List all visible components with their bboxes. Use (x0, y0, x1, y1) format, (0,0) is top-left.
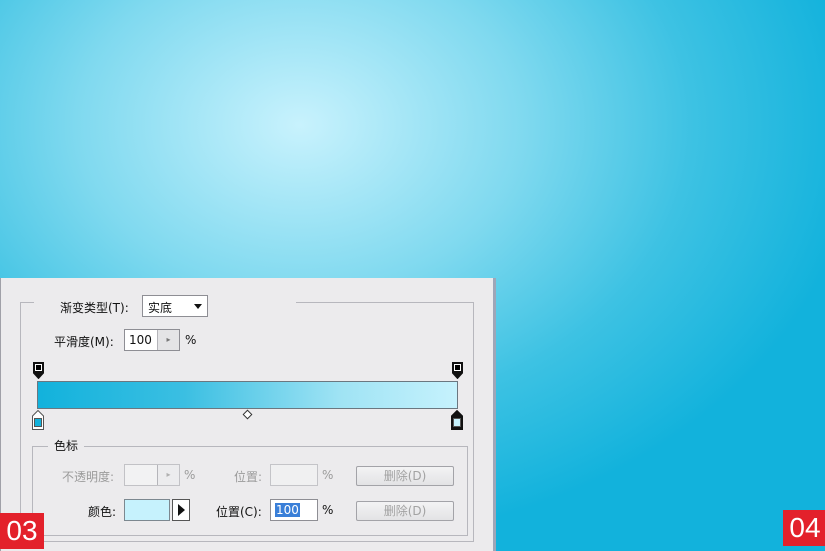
smoothness-label: 平滑度(M): (54, 335, 114, 349)
chevron-down-icon (194, 304, 202, 309)
color-swatch[interactable] (124, 499, 170, 521)
color-stops-title: 色标 (54, 439, 79, 453)
opacity-location-input[interactable] (270, 464, 318, 486)
color-stop-left[interactable] (32, 410, 44, 430)
color-location-value: 100 (275, 503, 300, 517)
opacity-location-unit: % (322, 468, 334, 482)
smoothness-value: 100 (129, 333, 152, 347)
opacity-delete-button[interactable]: 删除(D) (356, 466, 454, 486)
smoothness-unit: % (185, 333, 197, 347)
color-delete-button[interactable]: 删除(D) (356, 501, 454, 521)
color-menu-button[interactable] (172, 499, 190, 521)
gradient-type-label: 渐变类型(T): (60, 301, 129, 315)
color-stops-group (32, 446, 468, 536)
opacity-location-label: 位置: (234, 470, 263, 484)
opacity-stop-left[interactable] (33, 362, 44, 379)
smoothness-stepper[interactable]: 100 ▸ (124, 329, 180, 351)
smoothness-arrow-button[interactable]: ▸ (157, 330, 179, 350)
opacity-label: 不透明度: (62, 470, 115, 484)
step-badge-03: 03 (0, 513, 44, 549)
color-location-unit: % (322, 503, 334, 517)
color-location-input[interactable]: 100 (270, 499, 318, 521)
gradient-preview-bar[interactable] (37, 381, 458, 409)
color-location-label: 位置(C): (216, 505, 262, 519)
color-label: 颜色: (88, 505, 117, 519)
gradient-type-select[interactable]: 实底 (142, 295, 208, 317)
color-stops-legend: 色标 (48, 437, 85, 457)
opacity-stop-right[interactable] (452, 362, 463, 379)
opacity-unit: % (184, 468, 196, 482)
color-stop-right[interactable] (451, 410, 463, 430)
opacity-arrow-button[interactable]: ▸ (157, 465, 179, 485)
step-badge-04: 04 (783, 510, 825, 546)
opacity-stepper[interactable]: ▸ (124, 464, 180, 486)
gradient-type-value: 实底 (148, 301, 173, 315)
